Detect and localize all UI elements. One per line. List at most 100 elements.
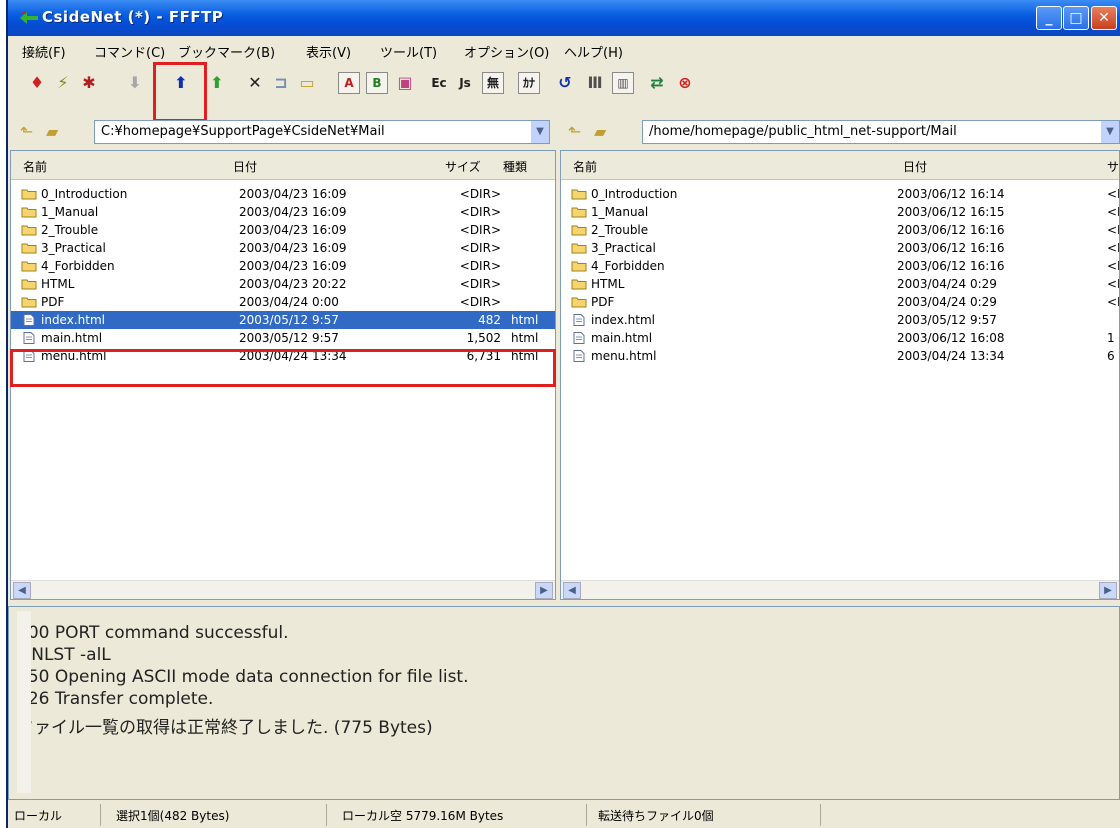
file-date: 2003/04/24 0:29 (897, 277, 997, 291)
download-icon[interactable]: ⬇ (124, 72, 146, 94)
col-size[interactable]: サ (1107, 158, 1119, 175)
remote-h-scrollbar[interactable]: ◀ ▶ (561, 580, 1119, 599)
file-size: 1 (1107, 331, 1115, 345)
parent-folder-icon[interactable]: ⬑ (20, 122, 40, 141)
file-name: 1_Manual (41, 205, 99, 219)
table-row[interactable]: HTML 2003/04/23 20:22 <DIR> (11, 275, 555, 293)
mirror-upload-icon[interactable]: ⬆ (206, 72, 228, 94)
col-date[interactable]: 日付 (903, 158, 927, 175)
table-row[interactable]: main.html 2003/06/12 16:08 1 (561, 329, 1119, 347)
remote-path-input[interactable]: /home/homepage/public_html_net-support/M… (642, 120, 1120, 144)
refresh-icon[interactable]: ↺ (554, 72, 576, 94)
sync-icon[interactable]: ⇄ (646, 72, 668, 94)
menu-tools[interactable]: ツール(T) (380, 42, 437, 61)
folder-icon (571, 225, 587, 236)
open-folder-icon[interactable]: ▰ (594, 122, 614, 141)
list-view-icon[interactable]: Ⅲ (584, 72, 606, 94)
log-v-scrollbar[interactable] (17, 611, 31, 793)
col-name[interactable]: 名前 (23, 158, 47, 175)
col-name[interactable]: 名前 (573, 158, 597, 175)
status-bar: ローカル 選択1個(482 Bytes) ローカル空 5779.16M Byte… (8, 802, 1120, 828)
menu-command[interactable]: コマンド(C) (94, 42, 165, 61)
local-h-scrollbar[interactable]: ◀ ▶ (11, 580, 555, 599)
table-row[interactable]: HTML 2003/04/24 0:29 <I (561, 275, 1119, 293)
table-row[interactable]: PDF 2003/04/24 0:29 <I (561, 293, 1119, 311)
file-size: <DIR> (459, 277, 501, 291)
connect-icon[interactable]: ♦ (26, 72, 48, 94)
folder-icon (571, 279, 587, 290)
col-size[interactable]: サイズ (445, 158, 481, 175)
file-name: menu.html (591, 349, 657, 363)
folder-icon (21, 279, 37, 290)
table-row[interactable]: 3_Practical 2003/06/12 16:16 <I (561, 239, 1119, 257)
chevron-down-icon[interactable]: ▼ (1101, 121, 1119, 143)
menu-view[interactable]: 表示(V) (306, 42, 351, 61)
table-row[interactable]: 3_Practical 2003/04/23 16:09 <DIR> (11, 239, 555, 257)
file-date: 2003/05/12 9:57 (239, 331, 339, 345)
jis-button[interactable]: Js (454, 72, 476, 94)
menu-help[interactable]: ヘルプ(H) (564, 42, 623, 61)
folder-icon (21, 243, 37, 254)
file-size: <I (1107, 259, 1120, 273)
col-date[interactable]: 日付 (233, 158, 257, 175)
file-date: 2003/06/12 16:14 (897, 187, 1005, 201)
no-conversion-button[interactable]: 無 (482, 72, 504, 94)
detail-view-icon[interactable]: ▥ (612, 72, 634, 94)
scroll-left-icon[interactable]: ◀ (13, 582, 31, 599)
table-row[interactable]: index.html 2003/05/12 9:57 482 html (11, 311, 555, 329)
table-row[interactable]: main.html 2003/05/12 9:57 1,502 html (11, 329, 555, 347)
stop-icon[interactable]: ⊗ (674, 72, 696, 94)
title-bar[interactable]: CsideNet (*) - FFFTP _ □ ✕ (8, 0, 1120, 36)
file-size: <I (1107, 277, 1120, 291)
remote-file-list[interactable]: 名前 日付 サ 0_Introduction 2003/06/12 16:14 <I… (560, 150, 1120, 600)
log-line: ファイル一覧の取得は正常終了しました. (775 Bytes) (17, 718, 433, 738)
ascii-mode-button[interactable]: A (338, 72, 360, 94)
chevron-down-icon[interactable]: ▼ (531, 121, 549, 143)
file-size: 1,502 (466, 331, 501, 345)
table-row[interactable]: 2_Trouble 2003/06/12 16:16 <I (561, 221, 1119, 239)
file-name: 1_Manual (591, 205, 649, 219)
maximize-button[interactable]: □ (1063, 6, 1089, 30)
quick-connect-icon[interactable]: ⚡ (52, 72, 74, 94)
table-row[interactable]: 1_Manual 2003/06/12 16:15 <I (561, 203, 1119, 221)
file-size: <DIR> (459, 259, 501, 273)
table-row[interactable]: 0_Introduction 2003/04/23 16:09 <DIR> (11, 185, 555, 203)
auto-mode-icon[interactable]: ▣ (394, 72, 416, 94)
file-name: PDF (591, 295, 615, 309)
table-row[interactable]: 0_Introduction 2003/06/12 16:14 <I (561, 185, 1119, 203)
delete-icon[interactable]: ✕ (244, 72, 266, 94)
menu-bookmark[interactable]: ブックマーク(B) (178, 42, 275, 61)
close-button[interactable]: ✕ (1091, 6, 1117, 30)
file-size: <I (1107, 295, 1120, 309)
table-row[interactable]: index.html 2003/05/12 9:57 (561, 311, 1119, 329)
scroll-right-icon[interactable]: ▶ (1099, 582, 1117, 599)
kana-button[interactable]: ｶﾅ (518, 72, 540, 94)
status-queue: 転送待ちファイル0個 (598, 809, 714, 823)
status-mode: ローカル (14, 809, 63, 823)
parent-folder-icon[interactable]: ⬑ (568, 122, 588, 141)
binary-mode-button[interactable]: B (366, 72, 388, 94)
mkdir-icon[interactable]: ▭ (296, 72, 318, 94)
table-row[interactable]: menu.html 2003/04/24 13:34 6 (561, 347, 1119, 365)
euc-button[interactable]: Ec (428, 72, 450, 94)
col-type[interactable]: 種類 (503, 158, 527, 175)
table-row[interactable]: 4_Forbidden 2003/06/12 16:16 <I (561, 257, 1119, 275)
file-size: 6 (1107, 349, 1115, 363)
scroll-right-icon[interactable]: ▶ (535, 582, 553, 599)
file-date: 2003/06/12 16:16 (897, 259, 1005, 273)
file-date: 2003/06/12 16:16 (897, 223, 1005, 237)
open-folder-icon[interactable]: ▰ (46, 122, 66, 141)
disconnect-icon[interactable]: ✱ (78, 72, 100, 94)
file-date: 2003/06/12 16:08 (897, 331, 1005, 345)
file-name: 2_Trouble (591, 223, 649, 237)
minimize-button[interactable]: _ (1036, 6, 1062, 30)
scroll-left-icon[interactable]: ◀ (563, 582, 581, 599)
local-path-input[interactable]: C:¥homepage¥SupportPage¥CsideNet¥Mail ▼ (94, 120, 550, 144)
table-row[interactable]: 1_Manual 2003/04/23 16:09 <DIR> (11, 203, 555, 221)
menu-connect[interactable]: 接続(F) (22, 42, 66, 61)
table-row[interactable]: 2_Trouble 2003/04/23 16:09 <DIR> (11, 221, 555, 239)
table-row[interactable]: PDF 2003/04/24 0:00 <DIR> (11, 293, 555, 311)
rename-icon[interactable]: ⊐ (270, 72, 292, 94)
menu-options[interactable]: オプション(O) (464, 42, 549, 61)
table-row[interactable]: 4_Forbidden 2003/04/23 16:09 <DIR> (11, 257, 555, 275)
